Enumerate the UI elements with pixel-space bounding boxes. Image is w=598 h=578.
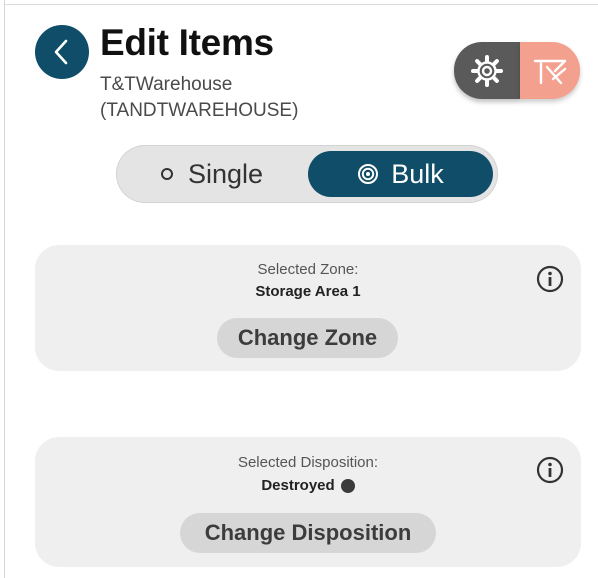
change-zone-button[interactable]: Change Zone xyxy=(217,318,398,358)
zone-label: Selected Zone: xyxy=(257,261,359,278)
radio-target-icon xyxy=(358,164,379,184)
settings-button[interactable] xyxy=(454,42,520,99)
info-icon[interactable] xyxy=(536,456,564,484)
warehouse-name: T&TWarehouse xyxy=(100,74,233,95)
disposition-card: Selected Disposition: Destroyed Change D… xyxy=(35,437,581,567)
warehouse-code: (TANDTWAREHOUSE) xyxy=(100,100,299,121)
zone-card: Selected Zone: Storage Area 1 Change Zon… xyxy=(35,245,581,371)
mode-option-single[interactable]: Single xyxy=(160,145,263,203)
brand-button[interactable] xyxy=(520,42,580,99)
mode-option-label: Bulk xyxy=(391,158,444,189)
disposition-value-text: Destroyed xyxy=(261,477,335,494)
warehouse-subtitle: T&TWarehouse (TANDTWAREHOUSE) xyxy=(100,72,350,124)
brand-logo-icon xyxy=(533,59,567,84)
chevron-left-icon xyxy=(54,39,68,65)
disposition-value: Destroyed xyxy=(35,477,581,494)
page-title: Edit Items xyxy=(100,22,274,63)
back-button[interactable] xyxy=(35,25,89,79)
frame-border-top xyxy=(4,4,598,5)
gear-icon xyxy=(471,54,503,87)
disposition-status-dot xyxy=(340,478,355,493)
info-icon[interactable] xyxy=(536,265,564,293)
change-disposition-button[interactable]: Change Disposition xyxy=(180,513,436,553)
mode-option-bulk[interactable]: Bulk xyxy=(308,151,493,197)
mode-toggle: Single Bulk xyxy=(116,145,498,203)
zone-value-text: Storage Area 1 xyxy=(255,283,361,300)
radio-empty-icon xyxy=(161,168,173,180)
zone-value: Storage Area 1 xyxy=(35,283,581,300)
mode-option-label: Single xyxy=(188,158,264,189)
disposition-label: Selected Disposition: xyxy=(237,454,379,471)
frame-border-left xyxy=(4,0,5,578)
